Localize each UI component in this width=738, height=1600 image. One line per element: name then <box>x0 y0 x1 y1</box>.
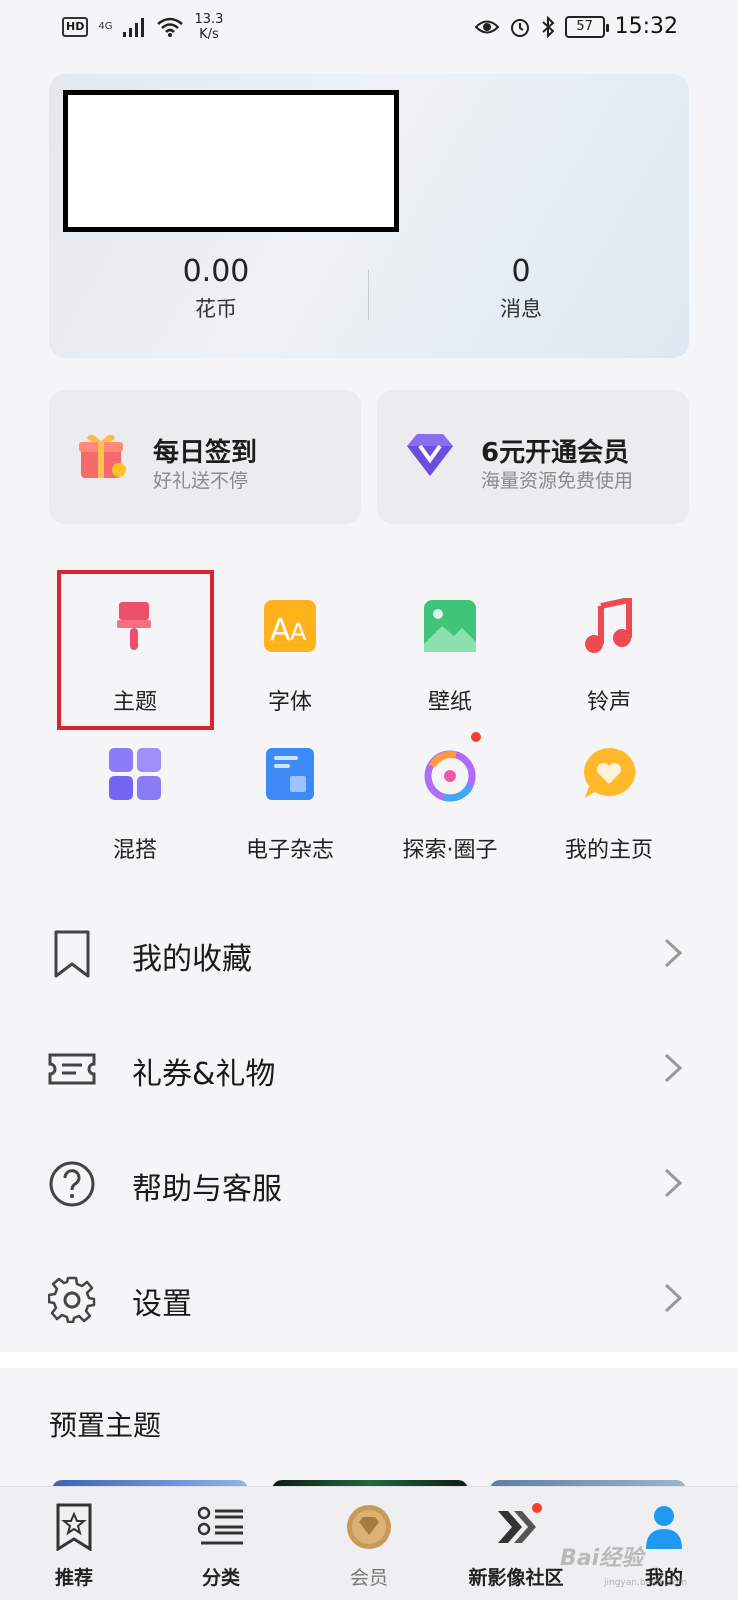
grid-label: 混搭 <box>112 838 157 863</box>
help-icon <box>49 1161 95 1207</box>
magazine-icon <box>266 748 314 800</box>
status-left: HD 4G 13.3 K/s <box>62 12 223 42</box>
menu-coupons[interactable]: 礼券&礼物 <box>0 1013 738 1123</box>
nav-label: 会员 <box>349 1567 388 1589</box>
svg-text:A: A <box>290 618 307 646</box>
grid-item-wallpaper[interactable]: 壁纸 <box>375 580 525 715</box>
theme-highlight-box <box>57 570 214 730</box>
grid-label: 我的主页 <box>564 838 653 863</box>
account-card[interactable]: 0.00 花币 0 消息 <box>49 74 689 358</box>
grid-item-font[interactable]: A A 字体 <box>215 580 365 715</box>
chevron-right-icon <box>664 1168 683 1198</box>
wifi-icon <box>157 17 184 37</box>
watermark: Bai经验 <box>560 1546 644 1571</box>
menu-label: 帮助与客服 <box>132 1172 282 1207</box>
gift-icon <box>79 434 126 478</box>
explore-circle-icon <box>424 750 476 802</box>
eye-icon <box>474 20 499 33</box>
nav-category[interactable]: 分类 <box>147 1487 295 1600</box>
grid-label: 字体 <box>267 690 312 715</box>
bluetooth-icon <box>541 15 555 38</box>
stat-divider <box>368 270 369 320</box>
grid-item-explore[interactable]: 探索·圈子 <box>375 728 525 863</box>
star-bookmark-icon <box>56 1503 92 1551</box>
coins-value: 0.00 <box>182 254 250 289</box>
menu-label: 设置 <box>132 1287 192 1322</box>
gear-icon <box>48 1276 96 1323</box>
person-icon <box>646 1506 682 1549</box>
chevron-right-icon <box>664 1283 683 1313</box>
grid-item-mix[interactable]: 混搭 <box>60 728 210 863</box>
menu-label: 我的收藏 <box>132 942 252 977</box>
grid-label: 壁纸 <box>427 690 472 715</box>
grid-label: 铃声 <box>586 690 631 715</box>
battery-indicator: 57 <box>564 15 609 38</box>
status-right: 57 15:32 <box>474 14 678 39</box>
svg-text:A: A <box>270 613 291 648</box>
music-note-icon <box>585 598 632 653</box>
nav-label: 推荐 <box>54 1567 93 1589</box>
preset-themes-section: 预置主题 <box>0 1368 738 1500</box>
mix-grid-icon <box>109 748 161 800</box>
promo-subtitle: 好礼送不停 <box>153 470 249 492</box>
grid-item-ringtone[interactable]: 铃声 <box>534 580 684 715</box>
wallpaper-icon <box>424 600 476 652</box>
member-coin-icon <box>347 1505 391 1549</box>
network-type: 4G <box>98 21 113 32</box>
speed-value: 13.3 <box>194 12 224 27</box>
daily-checkin-card[interactable]: 每日签到 好礼送不停 <box>49 390 361 524</box>
vip-card[interactable]: 6元开通会员 海量资源免费使用 <box>377 390 689 524</box>
menu-settings[interactable]: 设置 <box>0 1243 738 1353</box>
font-icon: A A <box>264 600 316 652</box>
coins-label: 花币 <box>195 297 237 321</box>
notification-dot <box>471 732 481 742</box>
grid-item-magazine[interactable]: 电子杂志 <box>215 728 365 863</box>
chevron-right-icon <box>664 938 683 968</box>
promo-subtitle: 海量资源免费使用 <box>481 470 634 492</box>
grid-label: 探索·圈子 <box>402 838 498 863</box>
grid-item-homepage[interactable]: 我的主页 <box>534 728 684 863</box>
messages-stat[interactable]: 0 消息 <box>421 254 621 323</box>
notification-dot <box>532 1503 542 1513</box>
network-speed: 13.3 K/s <box>194 12 223 42</box>
promo-title: 每日签到 <box>153 438 258 468</box>
promo-title: 6元开通会员 <box>481 438 630 468</box>
messages-label: 消息 <box>500 297 542 321</box>
nav-label: 分类 <box>201 1567 240 1589</box>
section-title: 预置主题 <box>49 1409 162 1442</box>
bookmark-icon <box>54 930 90 978</box>
list-icon <box>197 1506 243 1545</box>
vip-diamond-icon <box>407 434 453 476</box>
speed-unit: K/s <box>199 27 219 42</box>
messages-value: 0 <box>511 254 531 289</box>
menu-label: 礼券&礼物 <box>132 1057 276 1092</box>
watermark-url: jingyan.baidu.com <box>604 1578 688 1588</box>
grid-label: 电子杂志 <box>245 838 334 863</box>
coupon-icon <box>48 1053 96 1085</box>
nav-recommend[interactable]: 推荐 <box>0 1487 148 1600</box>
section-separator <box>0 1352 738 1368</box>
hd-indicator: HD <box>62 17 89 37</box>
clock: 15:32 <box>614 14 678 39</box>
coins-stat[interactable]: 0.00 花币 <box>116 254 316 323</box>
signal-icon <box>123 18 145 37</box>
heart-bubble-icon <box>584 747 636 798</box>
status-bar: HD 4G 13.3 K/s 57 15:32 <box>0 0 738 58</box>
nav-member[interactable]: 会员 <box>295 1487 443 1600</box>
chevron-right-icon <box>664 1053 683 1083</box>
menu-favorites[interactable]: 我的收藏 <box>0 898 738 1008</box>
menu-help[interactable]: 帮助与客服 <box>0 1128 738 1238</box>
redacted-profile-area <box>63 90 399 232</box>
alarm-icon <box>510 18 529 37</box>
